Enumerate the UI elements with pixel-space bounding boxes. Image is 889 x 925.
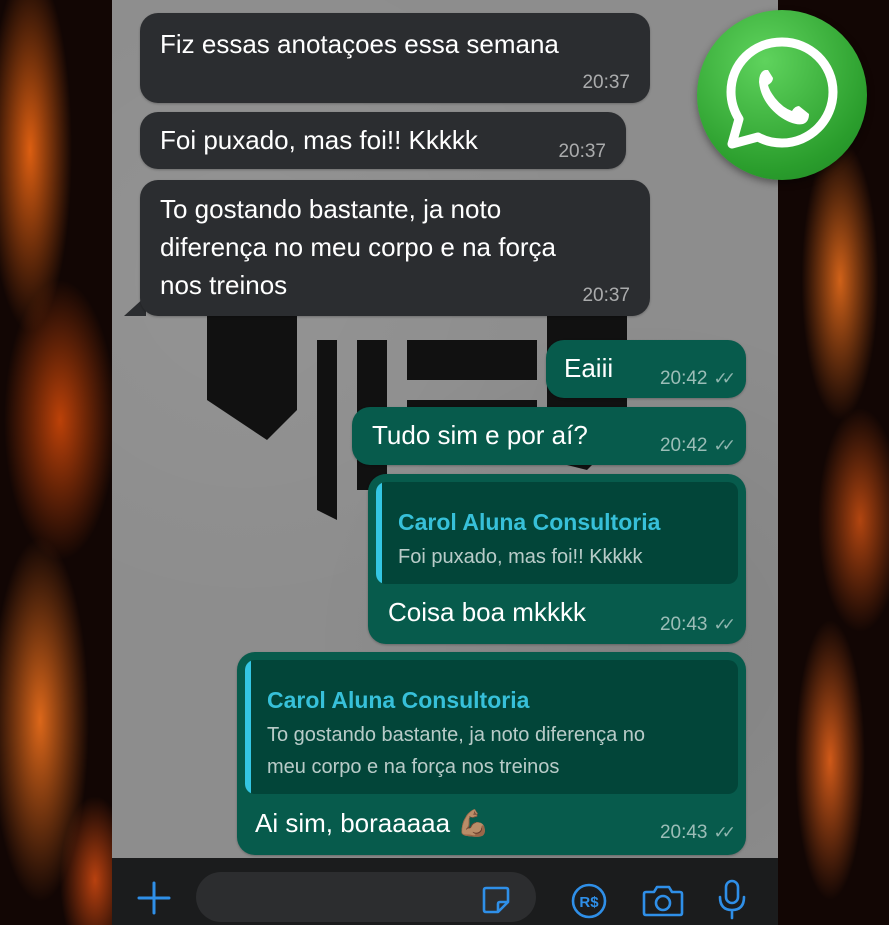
message-outgoing[interactable]: Eaiii 20:42 ✓✓ [546, 340, 746, 398]
quote-text-line: meu corpo e na força nos treinos [267, 756, 560, 778]
message-outgoing[interactable]: Tudo sim e por aí? 20:42 ✓✓ [352, 407, 746, 465]
read-check-icon: ✓✓ [713, 823, 736, 842]
read-check-icon: ✓✓ [713, 436, 736, 455]
quoted-message[interactable]: Carol Aluna Consultoria Foi puxado, mas … [376, 482, 738, 584]
camera-icon[interactable] [640, 880, 686, 920]
read-check-icon: ✓✓ [713, 615, 736, 634]
message-text: Ai sim, boraaaaa 💪🏽 [255, 808, 490, 838]
message-time: 20:37 [582, 285, 630, 306]
quote-accent-bar [376, 482, 382, 584]
chat-screen: Fiz essas anotaçoes essa semana 20:37 Fo… [112, 0, 778, 925]
message-time: 20:37 [558, 141, 606, 162]
payment-icon[interactable]: R$ [568, 880, 610, 922]
message-time: 20:43 ✓✓ [659, 822, 736, 843]
plus-icon[interactable] [132, 876, 176, 920]
message-incoming[interactable]: To gostando bastante, ja noto diferença … [140, 180, 650, 316]
quote-text: Foi puxado, mas foi!! Kkkkk [398, 546, 643, 568]
payment-label: R$ [579, 894, 599, 911]
message-incoming[interactable]: Foi puxado, mas foi!! Kkkkk 20:37 [140, 112, 626, 169]
message-text: Tudo sim e por aí? [372, 420, 588, 450]
quote-author: Carol Aluna Consultoria [267, 687, 530, 713]
message-outgoing-reply[interactable]: Carol Aluna Consultoria To gostando bast… [237, 652, 746, 855]
message-text: Coisa boa mkkkk [388, 597, 586, 627]
message-text-line: diferença no meu corpo e na força [160, 232, 557, 262]
message-text-line: nos treinos [160, 270, 288, 300]
message-incoming[interactable]: Fiz essas anotaçoes essa semana 20:37 [140, 13, 650, 103]
message-time: 20:42 ✓✓ [659, 435, 736, 456]
message-text: Fiz essas anotaçoes essa semana [160, 29, 559, 59]
message-text: Eaiii [564, 353, 614, 383]
quoted-message[interactable]: Carol Aluna Consultoria To gostando bast… [245, 660, 738, 794]
message-time: 20:42 ✓✓ [659, 368, 736, 389]
whatsapp-logo-icon [697, 10, 867, 180]
message-text-line: To gostando bastante, ja noto [160, 194, 502, 224]
message-input-bar: R$ [112, 858, 778, 925]
quote-author: Carol Aluna Consultoria [398, 509, 661, 535]
quote-accent-bar [245, 660, 251, 794]
sticker-icon[interactable] [476, 880, 516, 920]
read-check-icon: ✓✓ [713, 369, 736, 388]
message-text: Foi puxado, mas foi!! Kkkkk [160, 125, 478, 155]
quote-text-line: To gostando bastante, ja noto diferença … [267, 724, 646, 746]
message-outgoing-reply[interactable]: Carol Aluna Consultoria Foi puxado, mas … [368, 474, 746, 644]
message-time: 20:37 [582, 72, 630, 93]
message-time: 20:43 ✓✓ [659, 614, 736, 635]
microphone-icon[interactable] [712, 876, 752, 922]
